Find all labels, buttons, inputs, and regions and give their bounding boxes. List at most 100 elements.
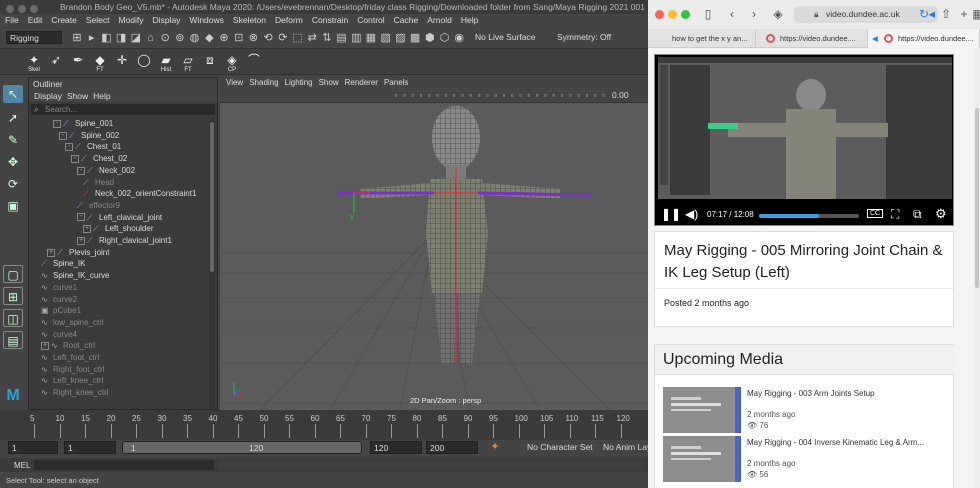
- status-tool-icon[interactable]: ⊗: [246, 31, 260, 45]
- outliner-menu-display[interactable]: Display: [34, 91, 62, 101]
- outliner-item[interactable]: ∿ Right_foot_ctrl: [29, 364, 105, 376]
- viewport-toolbar-icon[interactable]: ▫: [425, 89, 433, 103]
- outliner-layout-icon[interactable]: ▤: [3, 331, 23, 349]
- pause-icon[interactable]: ❚❚: [661, 207, 681, 221]
- start-frame-field[interactable]: 1: [8, 441, 58, 454]
- status-tool-icon[interactable]: ⊡: [232, 31, 246, 45]
- viewport-toolbar-icon[interactable]: ▫: [458, 89, 466, 103]
- viewport-toolbar-icon[interactable]: ▫: [417, 89, 425, 103]
- status-tool-icon[interactable]: ▨: [393, 31, 407, 45]
- tab-2[interactable]: https://video.dundee....: [756, 29, 868, 48]
- viewport-menu-show[interactable]: Show: [319, 78, 339, 87]
- media-thumbnail[interactable]: [663, 436, 741, 482]
- picture-in-picture-icon[interactable]: ⧉: [913, 207, 922, 222]
- viewport-toolbar-icon[interactable]: ▫: [550, 89, 558, 103]
- viewport-toolbar-icon[interactable]: ▫: [483, 89, 491, 103]
- viewport-menu-view[interactable]: View: [226, 78, 243, 87]
- outliner-item[interactable]: + ⟋ Right_clavical_joint1: [29, 235, 172, 247]
- viewport-toolbar-icon[interactable]: ▫: [392, 89, 400, 103]
- status-tool-icon[interactable]: ⊕: [217, 31, 231, 45]
- playback-settings-icon[interactable]: ✦: [488, 440, 502, 454]
- viewport-toolbar-icon[interactable]: ▫: [533, 89, 541, 103]
- viewport-toolbar-icon[interactable]: ▫: [475, 89, 483, 103]
- menu-select[interactable]: Select: [86, 15, 110, 25]
- viewport-menu-shading[interactable]: Shading: [249, 78, 278, 87]
- menu-create[interactable]: Create: [51, 15, 77, 25]
- zoom-dot-icon[interactable]: [681, 10, 690, 19]
- outliner-item[interactable]: ⟋ effector9: [29, 200, 120, 212]
- outliner-item[interactable]: + ⟋ Left_shoulder: [29, 223, 153, 235]
- ik-handle-icon[interactable]: ➶: [46, 52, 66, 72]
- outliner-item[interactable]: + ⟋ Plevis_joint: [29, 247, 109, 259]
- menu-deform[interactable]: Deform: [275, 15, 303, 25]
- viewport-toolbar-icon[interactable]: ▫: [591, 89, 599, 103]
- outliner-item[interactable]: ⟋ Neck_002_orientConstraint1: [29, 188, 196, 200]
- viewport-toolbar-icon[interactable]: ▫: [525, 89, 533, 103]
- status-tool-icon[interactable]: ▩: [408, 31, 422, 45]
- close-dot-icon[interactable]: [6, 5, 14, 13]
- tab-overview-icon[interactable]: ▦: [970, 6, 980, 22]
- move-tool-icon[interactable]: ✥: [3, 153, 23, 171]
- viewport-menu-lighting[interactable]: Lighting: [285, 78, 313, 87]
- expand-toggle-icon[interactable]: +: [77, 236, 85, 245]
- single-pane-layout-icon[interactable]: ▢: [3, 265, 23, 283]
- viewport-toolbar-icon[interactable]: ▫: [450, 89, 458, 103]
- media-item[interactable]: May Rigging - 004 Inverse Kinematic Leg …: [663, 436, 949, 482]
- curve-tool-icon[interactable]: ⌒: [244, 52, 264, 72]
- status-tool-icon[interactable]: ◍: [188, 31, 202, 45]
- outliner-item[interactable]: ∿ Right_knee_ctrl: [29, 387, 109, 399]
- select-tool-icon[interactable]: ↖: [3, 85, 23, 103]
- status-tool-icon[interactable]: ⌂: [144, 31, 158, 45]
- mel-input[interactable]: [34, 460, 214, 470]
- parent-constraint-icon[interactable]: ⧈: [200, 52, 220, 72]
- share-icon[interactable]: ⇧: [938, 6, 954, 22]
- range-slider[interactable]: 1 120: [122, 441, 362, 454]
- back-icon[interactable]: ‹: [724, 6, 740, 22]
- outliner-search-input[interactable]: ⌕ Search...: [31, 104, 215, 115]
- expand-toggle-icon[interactable]: -: [71, 154, 79, 163]
- captions-button[interactable]: CC: [867, 209, 884, 218]
- reload-icon[interactable]: ↻: [916, 6, 932, 22]
- status-tool-icon[interactable]: ▥: [349, 31, 363, 45]
- menu-help[interactable]: Help: [461, 15, 478, 25]
- outliner-item[interactable]: - ⟋ Chest_01: [29, 141, 121, 153]
- scale-tool-icon[interactable]: ▣: [3, 197, 23, 215]
- status-tool-icon[interactable]: ⇄: [305, 31, 319, 45]
- viewport-toolbar-icon[interactable]: ▫: [575, 89, 583, 103]
- outliner-menu-show[interactable]: Show: [67, 91, 88, 101]
- outliner-item[interactable]: + ∿ Root_ctrl: [29, 340, 95, 352]
- status-tool-icon[interactable]: ⟲: [261, 31, 275, 45]
- outliner-item[interactable]: - ⟋ Spine_001: [29, 118, 113, 130]
- character-set-dropdown[interactable]: No Character Set: [524, 441, 594, 454]
- shield-icon[interactable]: ◈: [770, 6, 786, 22]
- viewport-toolbar-icon[interactable]: ▫: [434, 89, 442, 103]
- zoom-dot-icon[interactable]: [30, 5, 38, 13]
- outliner-scrollbar[interactable]: [209, 118, 215, 408]
- status-tool-icon[interactable]: ⊚: [173, 31, 187, 45]
- video-frame[interactable]: [658, 57, 952, 199]
- viewport-toolbar-icon[interactable]: ▫: [541, 89, 549, 103]
- viewport-scene[interactable]: y 2D Pan/Zoom : persp: [220, 103, 648, 410]
- viewport-menu-renderer[interactable]: Renderer: [345, 78, 378, 87]
- outliner-item[interactable]: - ⟋ Spine_002: [29, 130, 119, 142]
- outliner-item[interactable]: - ⟋ Neck_002: [29, 165, 135, 177]
- outliner-item[interactable]: - ⟋ Chest_02: [29, 153, 127, 165]
- expand-toggle-icon[interactable]: +: [83, 225, 91, 234]
- volume-icon[interactable]: ◀︎): [685, 207, 698, 221]
- status-tool-icon[interactable]: ◪: [129, 31, 143, 45]
- menu-windows[interactable]: Windows: [189, 15, 223, 25]
- anim-layer-dropdown[interactable]: No Anim Layer: [600, 441, 648, 454]
- end-frame-field[interactable]: 200: [426, 441, 478, 454]
- media-item[interactable]: May Rigging - 003 Arm Joints Setup 2 mon…: [663, 387, 949, 433]
- viewport-menu-panels[interactable]: Panels: [384, 78, 408, 87]
- paint-select-tool-icon[interactable]: ✎: [3, 131, 23, 149]
- forward-icon[interactable]: ›: [746, 6, 762, 22]
- viewport-toolbar-icon[interactable]: ▫: [558, 89, 566, 103]
- outliner-item[interactable]: ∿ curve4: [29, 329, 77, 341]
- anim-end-field[interactable]: 120: [370, 441, 422, 454]
- symmetry-dropdown[interactable]: Symmetry: Off: [554, 31, 634, 44]
- media-title[interactable]: May Rigging - 003 Arm Joints Setup: [747, 389, 947, 398]
- menu-file[interactable]: File: [5, 15, 19, 25]
- viewport-toolbar-icon[interactable]: ▫: [467, 89, 475, 103]
- expand-toggle-icon[interactable]: -: [77, 166, 85, 175]
